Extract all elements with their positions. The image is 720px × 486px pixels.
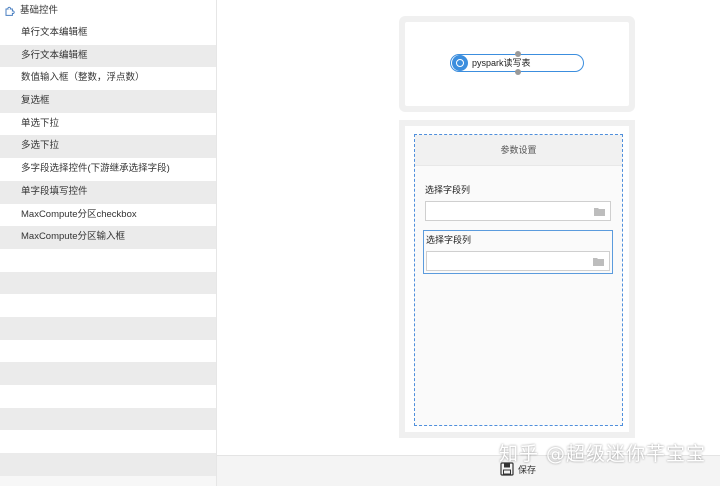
sidebar-item-label: 多字段选择控件(下游继承选择字段)	[21, 163, 170, 175]
sidebar-item-label: 复选框	[21, 95, 50, 107]
field-label: 选择字段列	[425, 185, 471, 195]
param-drop-zone[interactable]: 参数设置 选择字段列 选择字段列	[414, 134, 623, 426]
field-group[interactable]: 选择字段列	[425, 183, 611, 221]
node-preview-card: pyspark读写表	[405, 22, 629, 106]
param-panel-title: 参数设置	[415, 135, 622, 166]
sidebar-item-multi-line-text[interactable]: 多行文本编辑框	[0, 44, 216, 68]
field-label: 选择字段列	[426, 235, 472, 245]
sidebar-item-label: 数值输入框（整数，浮点数）	[21, 72, 145, 84]
sidebar-item-label: 单字段填写控件	[21, 185, 88, 197]
sidebar-group-header[interactable]: 基础控件	[0, 0, 216, 22]
sidebar-item-label: 单选下拉	[21, 117, 60, 129]
sidebar-item-label: 单行文本编辑框	[21, 27, 88, 38]
sidebar-empty-row	[0, 294, 216, 317]
sidebar-item-multi-select[interactable]: 多选下拉	[0, 135, 216, 159]
sidebar-empty-row	[0, 339, 216, 363]
sidebar-empty-row	[0, 362, 216, 385]
sidebar-item-checkbox[interactable]: 复选框	[0, 90, 216, 113]
field-group-selected[interactable]: 选择字段列	[423, 230, 613, 274]
output-port[interactable]	[515, 69, 521, 75]
sidebar-item-single-select[interactable]: 单选下拉	[0, 112, 216, 136]
field-column-input[interactable]	[425, 201, 611, 221]
sidebar-empty-row	[0, 316, 216, 340]
sidebar-item-single-line-text[interactable]: 单行文本编辑框	[0, 22, 216, 45]
component-sidebar: 基础控件 单行文本编辑框 多行文本编辑框 数值输入框（整数，浮点数） 复选框 单…	[0, 0, 217, 486]
sidebar-empty-row	[0, 453, 216, 476]
sidebar-item-partition-input[interactable]: MaxCompute分区输入框	[0, 226, 216, 249]
field-column-input[interactable]	[426, 251, 610, 271]
watermark: 知乎 @超级迷你芊宝宝	[498, 443, 706, 465]
sidebar-item-multi-field-select[interactable]: 多字段选择控件(下游继承选择字段)	[0, 158, 216, 181]
folder-icon[interactable]	[594, 207, 605, 216]
sidebar-item-partition-checkbox[interactable]: MaxCompute分区checkbox	[0, 203, 216, 227]
input-port[interactable]	[515, 51, 521, 57]
sidebar-item-number-input[interactable]: 数值输入框（整数，浮点数）	[0, 67, 216, 91]
sidebar-item-label: 多选下拉	[21, 140, 60, 152]
sidebar-item-single-field-fill[interactable]: 单字段填写控件	[0, 180, 216, 204]
sidebar-empty-row	[0, 430, 216, 454]
node-status-icon	[452, 55, 468, 71]
sidebar-empty-row	[0, 271, 216, 295]
folder-icon[interactable]	[593, 257, 604, 266]
puzzle-icon	[5, 6, 15, 16]
sidebar-item-label: MaxCompute分区输入框	[21, 231, 125, 243]
design-canvas[interactable]: pyspark读写表 参数设置 选择字段列 选择字段列	[217, 0, 720, 456]
sidebar-group-title: 基础控件	[20, 5, 59, 16]
param-settings-panel: 参数设置 选择字段列 选择字段列	[405, 126, 629, 432]
sidebar-item-label: MaxCompute分区checkbox	[21, 208, 137, 220]
sidebar-item-label: 多行文本编辑框	[21, 49, 88, 61]
node-label: pyspark读写表	[472, 58, 531, 68]
sidebar-empty-row	[0, 407, 216, 431]
sidebar-empty-row	[0, 248, 216, 272]
sidebar-empty-row	[0, 385, 216, 408]
